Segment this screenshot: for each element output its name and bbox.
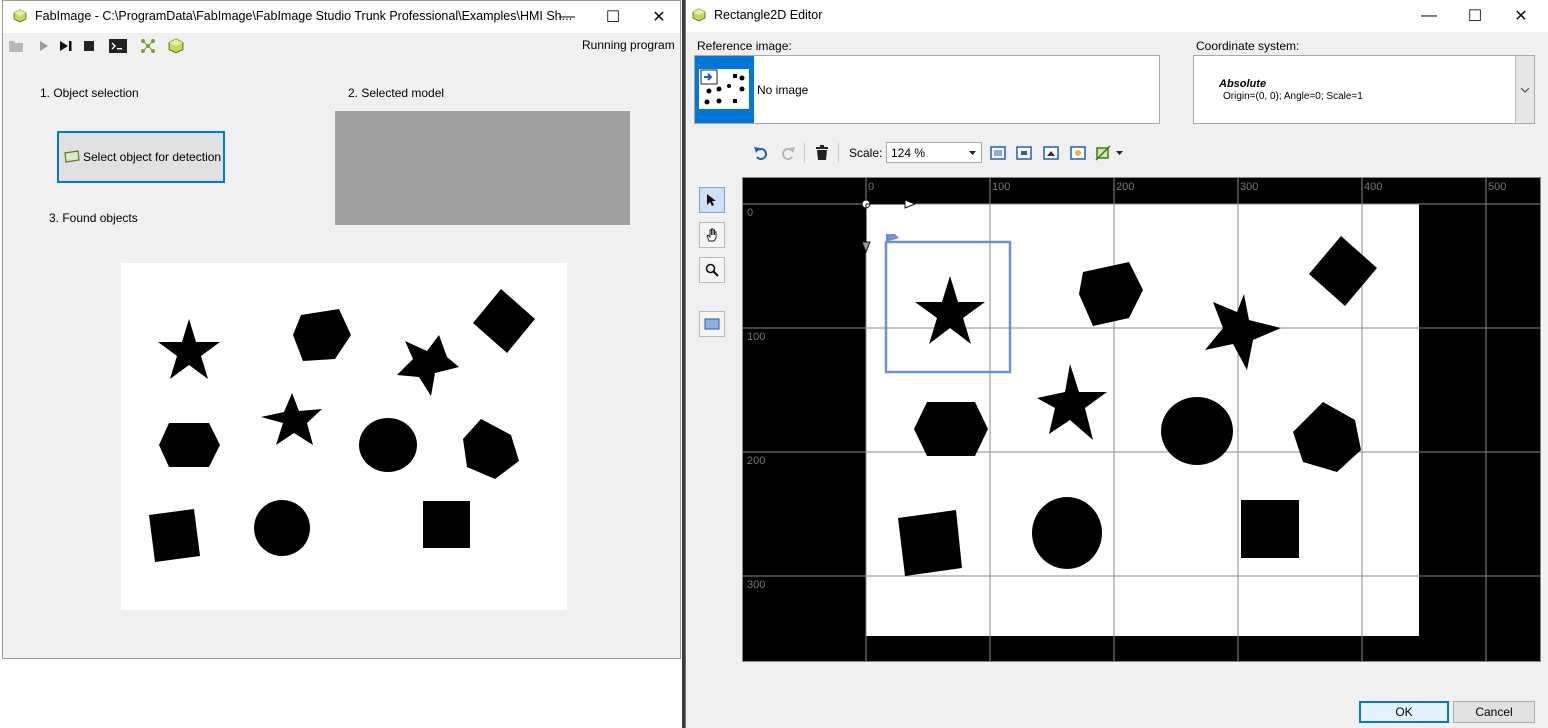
ruler-x-label: 100: [992, 181, 1010, 193]
reference-image-field[interactable]: No image: [694, 55, 1160, 124]
scale-dropdown-icon: [969, 151, 976, 155]
crop-icon[interactable]: [1093, 143, 1113, 163]
toolbar-separator-2: [838, 143, 839, 163]
hmi-window: FabImage - C:\ProgramData\FabImage\FabIm…: [2, 0, 681, 659]
cube-icon[interactable]: [167, 37, 185, 55]
found-objects-view: [121, 263, 567, 610]
pan-tool[interactable]: [699, 222, 725, 248]
crop-dropdown-icon[interactable]: [1116, 151, 1123, 155]
rectangle-shape-icon: [704, 318, 720, 330]
hmi-titlebar: FabImage - C:\ProgramData\FabImage\FabIm…: [3, 1, 680, 33]
ok-button[interactable]: OK: [1359, 701, 1449, 723]
select-object-button[interactable]: Select object for detection: [57, 131, 225, 183]
zoom-in-view-icon[interactable]: [1041, 143, 1061, 163]
coordinate-system-label: Coordinate system:: [1196, 39, 1300, 53]
select-object-label: Select object for detection: [83, 150, 222, 164]
console-icon[interactable]: [109, 37, 127, 55]
ruler-x-label: 400: [1364, 181, 1382, 193]
editor-close-button[interactable]: ✕: [1498, 0, 1544, 32]
editor-canvas[interactable]: 0 100 200 300 400 500 0 100 200 300: [743, 178, 1540, 661]
scale-label: Scale:: [849, 146, 883, 160]
rectangle-select-icon: [64, 150, 80, 163]
cancel-button[interactable]: Cancel: [1453, 701, 1535, 723]
hand-icon: [706, 228, 717, 242]
delete-icon[interactable]: [812, 143, 832, 163]
zoom-tool[interactable]: [699, 257, 725, 283]
undo-icon[interactable]: [751, 143, 771, 163]
image-view-icon[interactable]: [1068, 143, 1088, 163]
section-object-selection: 1. Object selection: [40, 86, 139, 100]
editor-window-title: Rectangle2D Editor: [714, 8, 823, 22]
section-selected-model: 2. Selected model: [348, 86, 445, 100]
network-icon[interactable]: [139, 37, 157, 55]
redo-icon[interactable]: [778, 143, 798, 163]
image-viewport[interactable]: 0 100 200 300 400 500 0 100 200 300: [742, 177, 1541, 662]
chevron-down-icon: [1520, 87, 1530, 93]
ruler-x-label: 300: [1240, 181, 1258, 193]
editor-app-icon: [692, 8, 706, 22]
zoom-fit-icon[interactable]: [988, 143, 1008, 163]
editor-minimize-button[interactable]: —: [1406, 0, 1452, 32]
selected-model-preview: [335, 111, 630, 225]
pointer-tool[interactable]: [699, 187, 725, 213]
hmi-window-title: FabImage - C:\ProgramData\FabImage\FabIm…: [35, 9, 573, 23]
toolbar-separator: [804, 143, 805, 163]
zoom-100-icon[interactable]: [1014, 143, 1034, 163]
close-button[interactable]: ✕: [636, 1, 682, 33]
scale-select[interactable]: 124 %: [886, 142, 982, 163]
editor-maximize-button[interactable]: ☐: [1452, 0, 1498, 32]
coordinate-system-field[interactable]: Absolute Origin=(0, 0); Angle=0; Scale=1: [1193, 55, 1535, 124]
found-objects-image: [149, 289, 535, 562]
image-thumbnail-icon: [699, 69, 749, 109]
ruler-x-label: 0: [868, 181, 874, 193]
ruler-x-label: 200: [1116, 181, 1134, 193]
coord-dropdown-button[interactable]: [1515, 56, 1534, 123]
cursor-arrow-icon: [707, 194, 716, 206]
stop-icon[interactable]: [80, 37, 98, 55]
play-icon[interactable]: [34, 37, 52, 55]
ruler-y-label: 200: [747, 455, 765, 467]
ruler-y-label: 300: [747, 579, 765, 591]
rectangle2d-editor-window: Rectangle2D Editor — ☐ ✕ Reference image…: [685, 0, 1548, 728]
folder-icon[interactable]: [7, 37, 25, 55]
minimize-button[interactable]: —: [544, 1, 590, 33]
ruler-x-label: 500: [1488, 181, 1506, 193]
editor-titlebar: Rectangle2D Editor — ☐ ✕: [686, 0, 1548, 32]
magnifier-icon: [705, 263, 719, 277]
run-status: Running program: [582, 38, 675, 52]
coord-details: Origin=(0, 0); Angle=0; Scale=1: [1223, 91, 1363, 102]
reference-image-label: Reference image:: [697, 39, 792, 53]
step-icon[interactable]: [57, 37, 75, 55]
maximize-button[interactable]: ☐: [590, 1, 636, 33]
ruler-y-label: 0: [747, 207, 753, 219]
reference-image-value: No image: [757, 83, 809, 97]
rectangle-tool[interactable]: [699, 311, 725, 337]
coord-mode: Absolute: [1219, 78, 1267, 90]
scale-value: 124 %: [891, 146, 926, 160]
reference-thumbnail: [695, 56, 754, 123]
app-cube-icon: [13, 9, 27, 23]
section-found-objects: 3. Found objects: [49, 211, 138, 225]
ruler-y-label: 100: [747, 331, 765, 343]
